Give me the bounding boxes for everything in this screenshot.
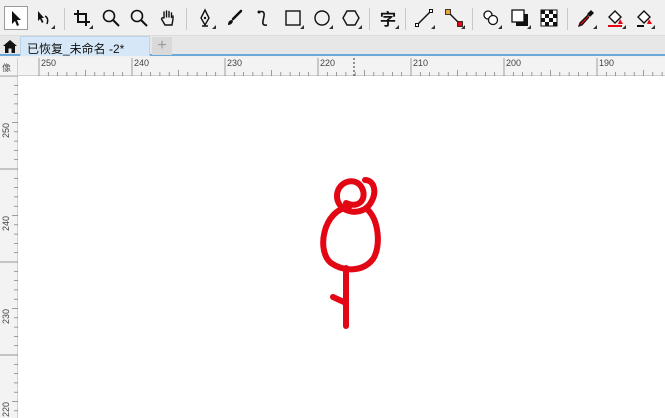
magnifier-icon — [102, 9, 120, 27]
fill-tool-button[interactable] — [603, 6, 627, 30]
ruler-label: 220 — [1, 401, 11, 417]
toolbox: 字 — [0, 0, 665, 36]
ruler-label: 210 — [413, 58, 429, 68]
horizontal-ruler-ticks — [38, 58, 663, 76]
smart-fill-tool-button[interactable] — [632, 6, 656, 30]
new-document-button[interactable]: + — [152, 37, 172, 55]
rectangle-tool-button[interactable] — [281, 6, 305, 30]
shape-tool-button[interactable] — [32, 6, 56, 30]
polygon-tool-button[interactable] — [339, 6, 363, 30]
spiral-tool-button[interactable] — [251, 6, 275, 30]
vertical-ruler[interactable]: 250 240 230 220 — [0, 76, 18, 418]
pointer-icon — [12, 11, 21, 26]
text-glyph-icon: 字 — [379, 10, 396, 29]
connector-tool-button[interactable] — [442, 6, 466, 30]
shadow-tool-button[interactable] — [508, 6, 532, 30]
home-icon — [3, 40, 17, 53]
horizontal-ruler[interactable]: 250 240 230 220 210 200 190 — [18, 58, 665, 76]
ruler-label: 200 — [506, 58, 522, 68]
text-tool-button[interactable]: 字 — [376, 6, 400, 30]
zoom-alt-tool-button[interactable] — [127, 6, 151, 30]
ruler-label: 230 — [1, 308, 11, 324]
checkerboard-icon — [540, 9, 558, 27]
pick-tool-button[interactable] — [4, 6, 28, 30]
dimension-tool-button[interactable] — [412, 6, 436, 30]
home-tab[interactable] — [0, 36, 20, 56]
ellipse-tool-button[interactable] — [310, 6, 334, 30]
ruler-unit-label: 像 — [2, 63, 12, 73]
ruler-label: 250 — [41, 58, 57, 68]
plus-icon: + — [157, 37, 167, 54]
ruler-label: 240 — [134, 58, 150, 68]
ruler-label: 240 — [1, 215, 11, 231]
pen-tool-button[interactable] — [193, 6, 217, 30]
zoom-tool-button[interactable] — [99, 6, 123, 30]
drawing-canvas[interactable] — [18, 76, 665, 418]
rose-drawing[interactable] — [18, 76, 665, 418]
blend-tool-button[interactable] — [479, 6, 503, 30]
ruler-label: 190 — [599, 58, 615, 68]
ruler-origin[interactable]: 像 — [0, 58, 18, 76]
transparency-tool-button[interactable] — [537, 6, 561, 30]
document-tab[interactable]: 已恢复_未命名 -2* — [20, 36, 150, 56]
rose-bulb — [320, 204, 381, 273]
app-window: 字 已恢复_未命名 -2* + 像 250 240 230 220 210 20… — [0, 0, 665, 418]
crop-tool-button[interactable] — [70, 6, 94, 30]
document-tab-bar: 已恢复_未命名 -2* + — [0, 36, 665, 56]
hand-icon — [160, 10, 174, 26]
magnifier-icon — [130, 9, 148, 27]
eyedropper-tool-button[interactable] — [574, 6, 598, 30]
hand-tool-button[interactable] — [156, 6, 180, 30]
ruler-label: 250 — [1, 122, 11, 138]
curve-icon — [257, 10, 268, 26]
ruler-label: 220 — [320, 58, 336, 68]
brush-tool-button[interactable] — [222, 6, 246, 30]
document-tab-title: 已恢复_未命名 -2* — [27, 42, 125, 56]
ruler-label: 230 — [227, 58, 243, 68]
brush-icon — [228, 9, 243, 25]
